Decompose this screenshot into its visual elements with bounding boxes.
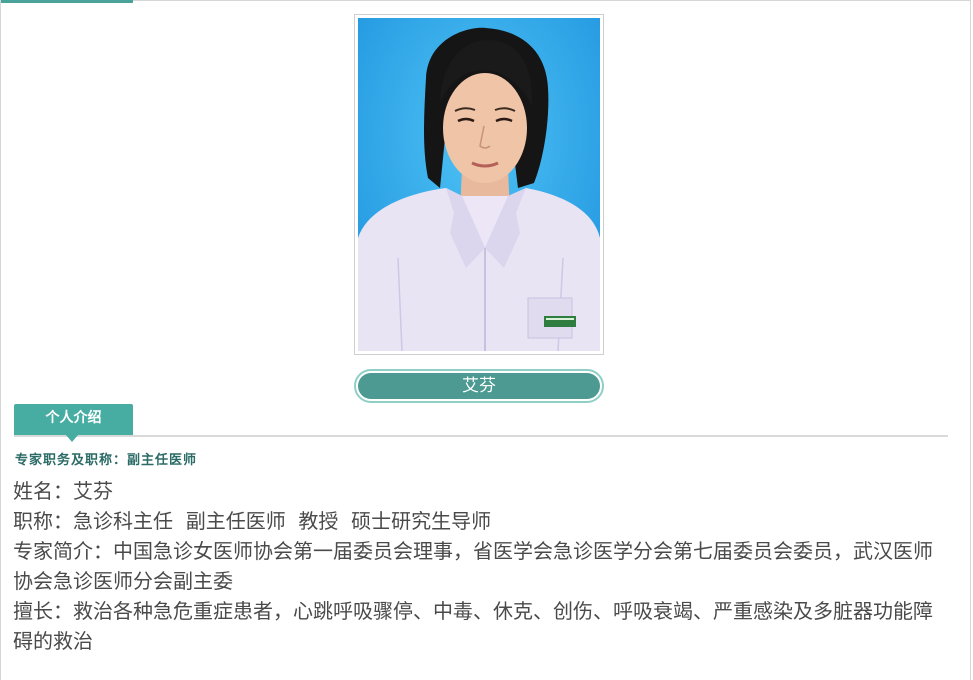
top-accent-bar xyxy=(1,0,133,3)
doctor-name-label: 艾芬 xyxy=(358,373,600,399)
position-title-subhead: 专家职务及职称：副主任医师 xyxy=(15,453,198,468)
profile-content: 姓名：艾芬 职称：急诊科主任 副主任医师 教授 硕士研究生导师 专家简介：中国急… xyxy=(13,476,943,656)
doctor-name-button[interactable]: 艾芬 xyxy=(354,369,604,403)
tab-personal-intro[interactable]: 个人介绍 xyxy=(14,404,133,435)
doctor-photo xyxy=(358,18,600,351)
profile-specialty-line: 擅长：救治各种急危重症患者，心跳呼吸骤停、中毒、休克、创伤、呼吸衰竭、严重感染及… xyxy=(13,599,933,653)
profile-title-line: 职称：急诊科主任 副主任医师 教授 硕士研究生导师 xyxy=(13,509,492,533)
tab-divider xyxy=(14,435,948,437)
profile-name-line: 姓名：艾芬 xyxy=(13,479,113,503)
doctor-photo-frame xyxy=(354,14,604,355)
profile-intro-line: 专家简介：中国急诊女医师协会第一届委员会理事，省医学会急诊医学分会第七届委员会委… xyxy=(13,539,933,593)
tab-pointer-arrow xyxy=(66,435,78,442)
